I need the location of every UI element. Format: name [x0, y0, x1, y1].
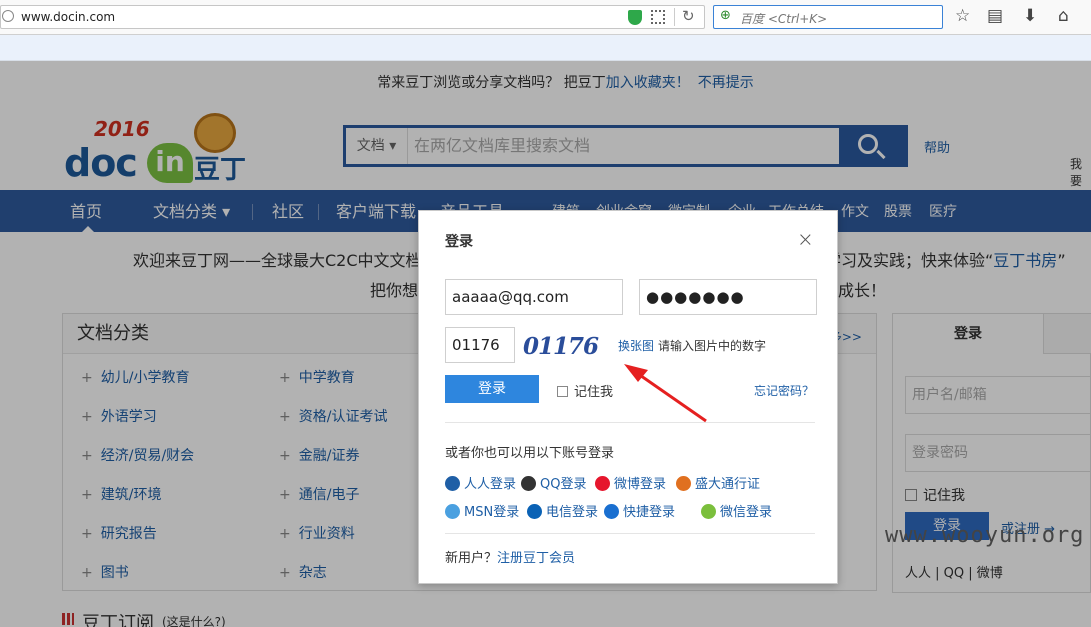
- shanda-icon: [676, 476, 691, 491]
- watermark: www.wooyun.org: [885, 523, 1085, 548]
- divider: [674, 8, 675, 26]
- captcha-input[interactable]: 01176: [445, 327, 515, 363]
- forgot-password-link[interactable]: 忘记密码？: [754, 382, 814, 399]
- wechat-icon: [701, 504, 716, 519]
- qr-code-icon[interactable]: [651, 10, 665, 24]
- download-icon[interactable]: ⬇: [1023, 6, 1037, 26]
- search-icon: ⊕: [720, 8, 731, 23]
- new-user-row: 新用户？注册豆丁会员: [445, 551, 576, 566]
- globe-icon: [2, 10, 14, 22]
- captcha-hint: 请输入图片中的数字: [658, 339, 767, 353]
- browser-toolbar: www.docin.com ↻ ⊕ 百度 <Ctrl+K> ☆ ▤ ⬇ ⌂: [0, 0, 1091, 35]
- qq-login[interactable]: QQ登录: [521, 473, 586, 492]
- shield-icon[interactable]: [628, 10, 642, 25]
- address-bar[interactable]: www.docin.com ↻: [0, 5, 705, 29]
- login-button[interactable]: 登录: [445, 375, 539, 403]
- register-link[interactable]: 注册豆丁会员: [497, 551, 575, 566]
- close-icon[interactable]: ×: [797, 227, 814, 251]
- captcha-image[interactable]: 01176: [523, 333, 611, 360]
- password-field[interactable]: ●●●●●●●: [639, 279, 817, 315]
- search-placeholder: 百度 <Ctrl+K>: [740, 12, 828, 26]
- shanda-login[interactable]: 盛大通行证: [676, 473, 760, 492]
- alipay-login[interactable]: 快捷登录: [604, 501, 675, 520]
- login-dialog: 登录 × aaaaa@qq.com ●●●●●●● 01176 01176 换张…: [418, 210, 838, 584]
- home-icon[interactable]: ⌂: [1058, 6, 1069, 26]
- renren-icon: [445, 476, 460, 491]
- renren-login[interactable]: 人人登录: [445, 473, 516, 492]
- bookmarks-bar: [0, 35, 1091, 61]
- browser-search-box[interactable]: ⊕ 百度 <Ctrl+K>: [713, 5, 943, 29]
- remember-checkbox[interactable]: 记住我: [557, 381, 613, 400]
- msn-login[interactable]: MSN登录: [445, 501, 519, 520]
- wechat-login[interactable]: 微信登录: [701, 501, 772, 520]
- email-field[interactable]: aaaaa@qq.com: [445, 279, 623, 315]
- screen: { "browser": { "url": "www.docin.com", "…: [0, 0, 1091, 627]
- reload-icon[interactable]: ↻: [682, 7, 695, 25]
- msn-icon: [445, 504, 460, 519]
- divider: [445, 422, 815, 423]
- social-login-label: 或者你也可以用以下账号登录: [445, 446, 615, 461]
- alipay-icon: [604, 504, 619, 519]
- qq-icon: [521, 476, 536, 491]
- weibo-login[interactable]: 微博登录: [595, 473, 666, 492]
- divider: [445, 533, 815, 534]
- url-text[interactable]: www.docin.com: [21, 10, 115, 24]
- reading-list-icon[interactable]: ▤: [987, 6, 1003, 26]
- change-captcha-link[interactable]: 换张图: [618, 337, 654, 354]
- weibo-icon: [595, 476, 610, 491]
- telecom-login[interactable]: 电信登录: [527, 501, 598, 520]
- star-icon[interactable]: ☆: [955, 6, 970, 26]
- dialog-title: 登录: [445, 234, 473, 250]
- telecom-icon: [527, 504, 542, 519]
